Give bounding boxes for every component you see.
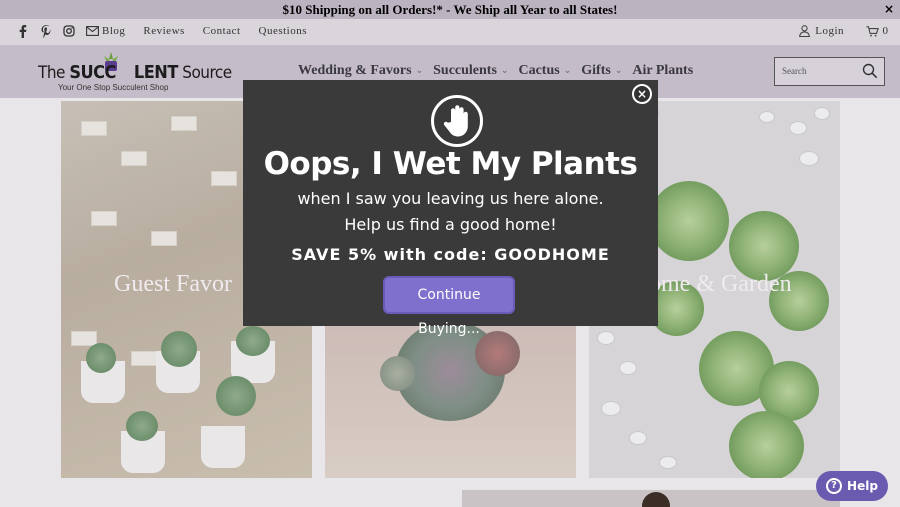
modal-close-button[interactable]: × [632, 84, 652, 104]
logo-text-succ: SUCC [69, 62, 116, 83]
nav-label: Wedding & Favors [298, 63, 412, 78]
logo-wordmark: The SUCC LENT Source [38, 62, 232, 83]
cart-icon [866, 25, 879, 36]
nav-label: Air Plants [632, 63, 694, 78]
announcement-bar: $10 Shipping on all Orders!* - We Ship a… [0, 0, 900, 19]
login-label: Login [815, 25, 844, 37]
blog-link[interactable]: Blog [102, 25, 125, 37]
pinterest-icon[interactable] [39, 24, 53, 38]
help-label: Help [847, 479, 878, 493]
nav-label: Cactus [518, 63, 560, 78]
search-icon[interactable] [862, 63, 878, 79]
user-icon [799, 25, 811, 37]
stop-hand-icon [431, 95, 483, 147]
chevron-down-icon: ⌄ [563, 66, 572, 76]
logo-text-lent: LENT [133, 62, 178, 83]
logo-text-source: Source [177, 63, 232, 83]
nav-air-plants[interactable]: Air Plants [632, 63, 693, 79]
modal-subtitle-line1: when I saw you leaving us here alone. [297, 189, 604, 208]
discount-code-text: SAVE 5% with code: GOODHOME [291, 245, 610, 264]
continue-buying-button[interactable]: Continue Buying... [383, 276, 515, 337]
logo-text-the: The [38, 63, 70, 83]
cart-count: 0 [882, 25, 889, 37]
top-links: Blog Reviews Contact Questions [102, 25, 307, 37]
nav-label: Gifts [581, 63, 611, 78]
search-input[interactable]: Search [774, 57, 885, 86]
nav-wedding-favors[interactable]: Wedding & Favors ⌄ [298, 63, 423, 79]
question-icon: ? [826, 478, 843, 494]
modal-title: Oops, I Wet My Plants [263, 146, 638, 182]
nav-cactus[interactable]: Cactus ⌄ [518, 63, 571, 79]
nav-label: Succulents [433, 63, 497, 78]
questions-link[interactable]: Questions [259, 25, 308, 37]
chevron-down-icon: ⌄ [614, 66, 623, 76]
tile-label: ome & Garden [649, 271, 792, 297]
tile-label: Guest Favor [114, 271, 232, 297]
chevron-down-icon: ⌄ [500, 66, 509, 76]
reviews-link[interactable]: Reviews [143, 25, 184, 37]
instagram-icon[interactable] [62, 24, 76, 38]
main-nav: Wedding & Favors ⌄ Succulents ⌄ Cactus ⌄ Gi… [298, 63, 693, 79]
mail-icon[interactable] [85, 24, 99, 38]
contact-link[interactable]: Contact [203, 25, 241, 37]
modal-subtitle-line2: Help us find a good home! [344, 215, 557, 234]
login-link[interactable]: Login [799, 25, 844, 37]
facebook-icon[interactable] [16, 24, 30, 38]
cart-link[interactable]: 0 [866, 25, 889, 37]
announcement-text: $10 Shipping on all Orders!* - We Ship a… [282, 2, 618, 17]
site-logo[interactable]: The SUCC LENT Source Your One Stop Succul… [38, 50, 232, 94]
help-button[interactable]: ? Help [816, 471, 888, 501]
nav-succulents[interactable]: Succulents ⌄ [433, 63, 508, 79]
search-placeholder: Search [782, 66, 807, 76]
category-tile-partial[interactable] [462, 490, 840, 507]
utility-bar: Blog Reviews Contact Questions Login 0 [0, 19, 900, 45]
logo-tagline: Your One Stop Succulent Shop [58, 83, 169, 92]
chevron-down-icon: ⌄ [415, 66, 424, 76]
close-icon[interactable]: × [884, 0, 894, 19]
nav-gifts[interactable]: Gifts ⌄ [581, 63, 622, 79]
social-links [16, 24, 99, 38]
